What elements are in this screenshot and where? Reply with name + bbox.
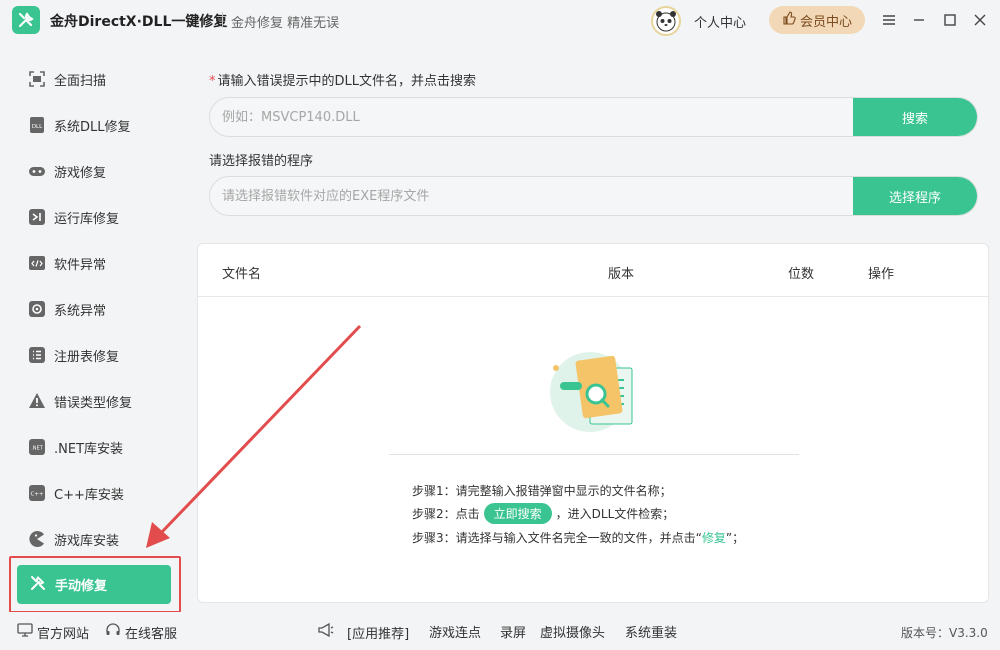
minimize-icon[interactable] xyxy=(909,10,929,30)
list-icon xyxy=(28,346,46,364)
close-icon[interactable] xyxy=(970,10,990,30)
column-header-filename: 文件名 xyxy=(222,267,262,282)
warning-icon xyxy=(28,392,46,410)
sidebar-item-label: 运行库修复 xyxy=(54,211,120,227)
dll-icon: DLL xyxy=(28,116,46,134)
maximize-icon[interactable] xyxy=(940,10,960,30)
sidebar-item-software-error[interactable]: 软件异常 xyxy=(28,251,106,275)
sidebar-item-system-dll[interactable]: DLL 系统DLL修复 xyxy=(28,113,131,137)
footer-link-screen-record[interactable]: 录屏 xyxy=(500,622,526,641)
headset-icon xyxy=(105,622,121,642)
step-3: 步骤3：请选择与输入文件名完全一致的文件，并点击“ 修复”； xyxy=(412,531,745,545)
tools-icon xyxy=(29,574,47,596)
sidebar-item-label: 游戏库安装 xyxy=(54,533,120,549)
sidebar-item-game-repair[interactable]: 游戏修复 xyxy=(28,159,106,183)
app-slogan: 金舟修复 精准无误 xyxy=(231,16,340,31)
app-title: 金舟DirectX·DLL一键修复 xyxy=(50,14,228,30)
footer: 官方网站 在线客服 [应用推荐] 游戏连点 录屏 虚拟摄像头 系统重装 版本号：… xyxy=(0,612,1000,650)
dll-search-group: 搜索 xyxy=(209,97,978,137)
program-select-group: 选择程序 xyxy=(209,176,978,216)
dll-input-label: * 请输入错误提示中的DLL文件名，并点击搜索 xyxy=(209,74,476,89)
vip-center-button[interactable]: 会员中心 xyxy=(769,6,865,34)
repair-highlight: 修复 xyxy=(701,531,726,545)
scan-icon xyxy=(28,70,46,88)
svg-text:DLL: DLL xyxy=(32,124,43,130)
title-bar: 金舟DirectX·DLL一键修复 金舟修复 精准无误 个人中心 会员中心 xyxy=(0,0,1000,40)
recommend-label: [应用推荐] xyxy=(347,626,410,642)
sidebar-item-label: 软件异常 xyxy=(54,257,107,273)
results-table: 文件名 版本 位数 操作 步骤1：请完整输入报错弹窗中显示的文件名称； 步骤2：… xyxy=(197,243,989,603)
empty-state-illustration xyxy=(544,348,644,438)
search-now-button[interactable]: 立即搜索 xyxy=(483,503,552,524)
svg-text:.NET: .NET xyxy=(31,446,43,452)
title-divider xyxy=(222,12,223,28)
sidebar-item-error-type-repair[interactable]: 错误类型修复 xyxy=(28,389,132,413)
vip-center-label: 会员中心 xyxy=(799,14,852,30)
cpp-icon: C++ xyxy=(28,484,46,502)
app-logo-icon xyxy=(12,6,40,34)
sidebar-item-full-scan[interactable]: 全面扫描 xyxy=(28,67,106,91)
code-icon xyxy=(28,254,46,272)
sidebar-item-label: 游戏修复 xyxy=(54,165,107,181)
column-header-bits: 位数 xyxy=(788,267,815,282)
vs-icon xyxy=(28,208,46,226)
sidebar-item-registry-repair[interactable]: 注册表修复 xyxy=(28,343,119,367)
dll-search-input[interactable] xyxy=(210,98,850,136)
main-panel: *请输入错误提示中的DLL文件名，并点击搜索 搜索 请选择报错的程序 选择程序 … xyxy=(188,40,1000,612)
official-site-link[interactable]: 官方网站 xyxy=(17,622,89,642)
search-button[interactable]: 搜索 xyxy=(853,98,977,136)
sidebar-item-label: 手动修复 xyxy=(55,579,108,594)
sidebar-item-label: C++库安装 xyxy=(54,487,124,503)
sidebar-item-cpp-install[interactable]: C++ C++库安装 xyxy=(28,481,124,505)
step-2: 步骤2：点击 立即搜索 ，进入DLL文件检索； xyxy=(412,503,674,524)
program-path-input[interactable] xyxy=(210,177,850,215)
pacman-icon xyxy=(28,530,46,548)
footer-link-system-reinstall[interactable]: 系统重装 xyxy=(625,622,677,641)
sidebar-item-system-error[interactable]: 系统异常 xyxy=(28,297,106,321)
recommend-section: [应用推荐] xyxy=(317,622,409,642)
gamepad-icon xyxy=(28,162,46,180)
select-program-button[interactable]: 选择程序 xyxy=(853,177,977,215)
step-1: 步骤1：请完整输入报错弹窗中显示的文件名称； xyxy=(412,484,672,498)
skin-icon[interactable] xyxy=(879,10,899,30)
footer-link-virtual-camera[interactable]: 虚拟摄像头 xyxy=(540,622,605,641)
user-center-link[interactable]: 个人中心 xyxy=(694,12,746,31)
divider xyxy=(389,454,799,455)
megaphone-icon xyxy=(317,622,335,642)
version-label: 版本号：V3.3.0 xyxy=(901,626,988,640)
avatar[interactable] xyxy=(651,6,681,36)
table-header: 文件名 版本 位数 操作 xyxy=(198,244,988,297)
sidebar-item-label: 错误类型修复 xyxy=(54,395,133,411)
sidebar-item-label: 系统异常 xyxy=(54,303,107,319)
sidebar-item-dotnet-install[interactable]: .NET .NET库安装 xyxy=(28,435,123,459)
sidebar-item-game-lib-install[interactable]: 游戏库安装 xyxy=(28,527,119,551)
sidebar-item-manual-repair[interactable]: 手动修复 xyxy=(17,565,171,604)
column-header-version: 版本 xyxy=(608,267,635,282)
sidebar-item-label: 全面扫描 xyxy=(54,73,107,89)
program-select-label: 请选择报错的程序 xyxy=(209,154,314,169)
monitor-icon xyxy=(17,622,33,642)
gear-icon xyxy=(28,300,46,318)
column-header-action: 操作 xyxy=(868,267,895,282)
thumbs-up-icon xyxy=(782,11,796,29)
dotnet-icon: .NET xyxy=(28,438,46,456)
required-marker: * xyxy=(209,74,216,89)
sidebar-item-label: .NET库安装 xyxy=(54,441,124,457)
online-service-link[interactable]: 在线客服 xyxy=(105,622,177,642)
sidebar-item-label: 注册表修复 xyxy=(54,349,120,365)
sidebar-item-runtime-repair[interactable]: 运行库修复 xyxy=(28,205,119,229)
footer-link-game-clicker[interactable]: 游戏连点 xyxy=(429,622,481,641)
sidebar-item-label: 系统DLL修复 xyxy=(54,119,131,135)
svg-text:C++: C++ xyxy=(30,492,43,498)
